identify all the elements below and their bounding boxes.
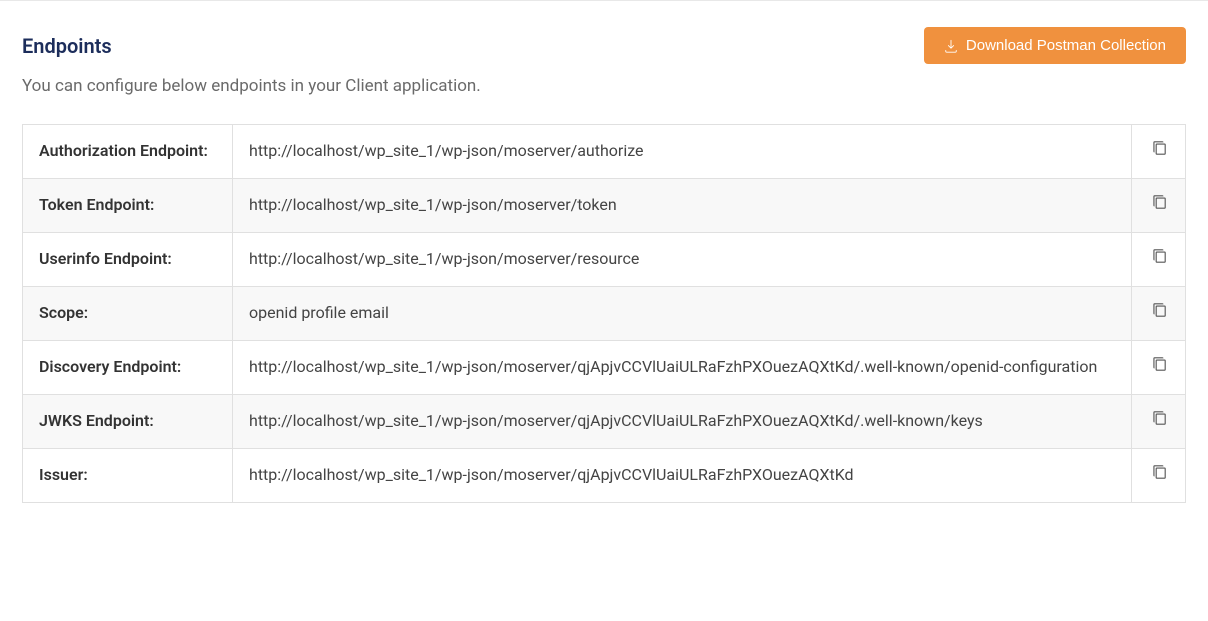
copy-icon[interactable] <box>1150 463 1168 481</box>
endpoint-row: Userinfo Endpoint:http://localhost/wp_si… <box>23 233 1186 287</box>
download-icon <box>944 39 958 53</box>
download-button-label: Download Postman Collection <box>966 37 1166 54</box>
endpoint-row: Discovery Endpoint:http://localhost/wp_s… <box>23 341 1186 395</box>
copy-cell <box>1132 179 1186 233</box>
endpoint-value: http://localhost/wp_site_1/wp-json/moser… <box>233 341 1132 395</box>
section-header: Endpoints Download Postman Collection <box>22 27 1186 64</box>
endpoint-row: JWKS Endpoint:http://localhost/wp_site_1… <box>23 395 1186 449</box>
endpoint-row: Issuer:http://localhost/wp_site_1/wp-jso… <box>23 449 1186 503</box>
copy-cell <box>1132 395 1186 449</box>
endpoint-row: Token Endpoint:http://localhost/wp_site_… <box>23 179 1186 233</box>
endpoint-value: http://localhost/wp_site_1/wp-json/moser… <box>233 395 1132 449</box>
copy-icon[interactable] <box>1150 355 1168 373</box>
copy-cell <box>1132 341 1186 395</box>
section-title: Endpoints <box>22 34 112 58</box>
section-description: You can configure below endpoints in you… <box>22 76 1186 96</box>
copy-cell <box>1132 287 1186 341</box>
copy-icon[interactable] <box>1150 247 1168 265</box>
download-postman-button[interactable]: Download Postman Collection <box>924 27 1186 64</box>
endpoint-label: Discovery Endpoint: <box>23 341 233 395</box>
endpoint-value: http://localhost/wp_site_1/wp-json/moser… <box>233 233 1132 287</box>
endpoint-value: http://localhost/wp_site_1/wp-json/moser… <box>233 179 1132 233</box>
copy-cell <box>1132 125 1186 179</box>
copy-cell <box>1132 233 1186 287</box>
endpoints-table: Authorization Endpoint:http://localhost/… <box>22 124 1186 503</box>
endpoint-label: Authorization Endpoint: <box>23 125 233 179</box>
endpoint-label: JWKS Endpoint: <box>23 395 233 449</box>
copy-icon[interactable] <box>1150 193 1168 211</box>
endpoint-label: Token Endpoint: <box>23 179 233 233</box>
endpoint-value: http://localhost/wp_site_1/wp-json/moser… <box>233 125 1132 179</box>
endpoint-label: Scope: <box>23 287 233 341</box>
copy-cell <box>1132 449 1186 503</box>
endpoint-value: http://localhost/wp_site_1/wp-json/moser… <box>233 449 1132 503</box>
endpoint-label: Userinfo Endpoint: <box>23 233 233 287</box>
copy-icon[interactable] <box>1150 139 1168 157</box>
endpoint-row: Authorization Endpoint:http://localhost/… <box>23 125 1186 179</box>
copy-icon[interactable] <box>1150 409 1168 427</box>
copy-icon[interactable] <box>1150 301 1168 319</box>
endpoint-row: Scope:openid profile email <box>23 287 1186 341</box>
endpoints-panel: Endpoints Download Postman Collection Yo… <box>0 0 1208 525</box>
endpoint-value: openid profile email <box>233 287 1132 341</box>
endpoint-label: Issuer: <box>23 449 233 503</box>
